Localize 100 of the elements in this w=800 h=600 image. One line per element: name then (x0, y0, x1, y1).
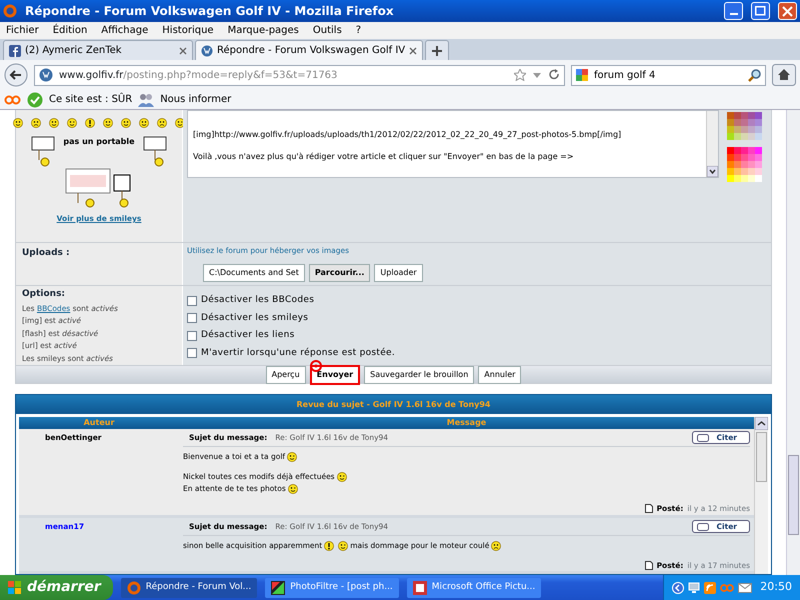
minimize-button[interactable] (724, 2, 743, 20)
vw-logo-icon (39, 68, 53, 82)
checkbox[interactable] (187, 296, 197, 306)
checkbox[interactable] (187, 330, 197, 341)
smiley-wink-icon (338, 540, 348, 551)
address-bar[interactable]: www.golfiv.fr/posting.php?mode=reply&f=53&t=71763 (34, 64, 565, 86)
minimize-icon (730, 13, 738, 15)
browser-tab[interactable]: Répondre - Forum Volkswagen Golf IV (195, 40, 424, 60)
checkbox-label[interactable]: Désactiver les BBCodes (201, 294, 314, 308)
textarea-text: Voilà ,vous n'avez plus qu'à rédiger votre article et cliquer sur "Envoyer" en bas de la page => (193, 152, 575, 162)
envelope-icon[interactable] (738, 582, 752, 592)
start-button[interactable]: démarrer (0, 575, 113, 600)
facebook-logo-icon (9, 44, 21, 56)
taskbar-item[interactable]: Répondre - Forum Vol... (120, 578, 258, 598)
clock: 20:50 (760, 579, 792, 596)
star-icon[interactable] (514, 69, 526, 81)
reload-icon[interactable] (548, 69, 560, 81)
taskbar-item[interactable]: Microsoft Office Pictu... (406, 578, 542, 598)
checkbox[interactable] (187, 313, 197, 324)
column-header: Message (446, 417, 488, 430)
smiley-smile-icon (103, 118, 113, 128)
home-button[interactable] (772, 64, 796, 86)
firefox-logo-icon (126, 580, 141, 594)
smiley-wink-icon (287, 452, 298, 462)
smiley-smile-icon (13, 118, 23, 128)
maximize-icon (755, 6, 766, 16)
rss-icon[interactable] (704, 582, 716, 594)
smiley-sad-icon (157, 118, 167, 128)
close-tab-icon[interactable] (179, 46, 187, 54)
upload-button[interactable]: Uploader (374, 264, 423, 282)
photofiltre-logo-icon (271, 580, 286, 594)
page-scrollbar[interactable] (786, 110, 800, 575)
scroll-up-icon[interactable] (755, 417, 768, 430)
speech-bubble-icon (696, 434, 709, 442)
document-icon (644, 560, 653, 570)
checkbox-label[interactable]: M'avertir lorsqu'une réponse est postée. (201, 346, 396, 360)
smiley-sad-icon (491, 540, 502, 551)
smiley-wink-icon (336, 472, 347, 482)
menu-item[interactable]: Fichier (6, 23, 39, 38)
plus-icon (432, 46, 442, 56)
uploads-label: Uploads : (21, 247, 71, 260)
url-text: www.golfiv.fr/posting.php?mode=reply&f=53&t=71763 (59, 68, 338, 82)
checkbox[interactable] (187, 348, 197, 358)
site-status-text[interactable]: Ce site est : SÛR (49, 92, 132, 107)
smiley-wink-icon (288, 484, 298, 494)
column-header: Auteur (82, 417, 116, 430)
taskbar-item[interactable]: PhotoFiltre - [post ph... (265, 578, 399, 598)
sign-smiley-drawing (142, 136, 167, 167)
network-icon[interactable] (688, 582, 700, 594)
message-textarea[interactable]: [img]http://www.golfiv.fr/uploads/uploads/th1/2012/02/22/2012_02_22_20_49_27_post-photos-5.bmp[/img] Voilà ,vous n'avez plus qu'à rédiger votre article et cliquer sur "Envoyer" en bas de la page => (187, 110, 719, 178)
firefox-logo-icon (3, 4, 17, 18)
search-field[interactable]: forum golf 4 (571, 64, 766, 86)
sign-smiley-drawing (31, 136, 56, 167)
windows-logo-icon (8, 581, 21, 594)
textarea-text: [img]http://www.golfiv.fr/uploads/uploads/th1/2012/02/22/2012_02_22_20_49_27_post-photos-5.bmp[/img] (193, 130, 622, 140)
checkbox-label[interactable]: Désactiver les liens (201, 329, 295, 342)
smiley-smile-icon (49, 118, 59, 128)
review-scrollbar[interactable] (754, 417, 768, 574)
close-button[interactable] (778, 2, 797, 20)
smiley-exclamation-icon (85, 118, 95, 128)
smiley-exclamation-icon (324, 540, 334, 551)
picture-manager-icon (412, 580, 427, 594)
infinity-icon[interactable] (4, 94, 21, 106)
scroll-down-icon[interactable] (707, 166, 718, 177)
textarea-scrollbar[interactable] (706, 111, 718, 177)
maximize-button[interactable] (751, 2, 770, 20)
form-button[interactable]: Sauvegarder le brouillon (364, 366, 474, 384)
close-icon (782, 6, 793, 16)
vw-logo-icon (201, 44, 213, 56)
menu-item[interactable]: Affichage (101, 23, 148, 38)
checkbox-label[interactable]: Désactiver les smileys (201, 312, 308, 325)
back-button[interactable] (4, 63, 28, 87)
expand-tray-icon[interactable] (672, 582, 684, 594)
browser-tab[interactable]: (2) Aymeric ZenTek (3, 40, 193, 60)
smiley-caption: pas un portable (63, 136, 135, 148)
form-button[interactable]: Aperçu (266, 366, 306, 384)
cursor-icon (310, 360, 322, 372)
menu-item[interactable]: Historique (162, 23, 214, 38)
browse-button[interactable]: Parcourir... (308, 264, 370, 282)
search-icon[interactable] (748, 68, 761, 82)
scroll-thumb[interactable] (756, 432, 767, 482)
scroll-thumb[interactable] (788, 455, 799, 535)
new-tab-button[interactable] (425, 40, 450, 60)
menu-item[interactable]: ? (356, 23, 362, 38)
window-title: Répondre - Forum Volkswagen Golf IV - Mozilla Firefox (25, 3, 395, 20)
close-tab-icon[interactable] (409, 46, 418, 54)
smiley-smile-icon (121, 118, 131, 128)
dropdown-icon[interactable] (532, 70, 542, 80)
file-path-field[interactable]: C:\Documents and Set (203, 264, 305, 282)
smiley-smile-icon (139, 118, 149, 128)
color-palette-drawing[interactable] (727, 112, 762, 182)
google-logo-icon (576, 69, 588, 81)
form-button[interactable]: Annuler (478, 366, 522, 384)
menu-item[interactable]: Outils (312, 23, 342, 38)
form-button[interactable]: Envoyer (310, 364, 360, 384)
menu-item[interactable]: Marque-pages (228, 23, 299, 38)
options-label: Options: (21, 288, 66, 301)
document-icon (644, 504, 653, 514)
inform-link[interactable]: Nous informer (160, 92, 232, 107)
menu-item[interactable]: Édition (52, 23, 88, 38)
